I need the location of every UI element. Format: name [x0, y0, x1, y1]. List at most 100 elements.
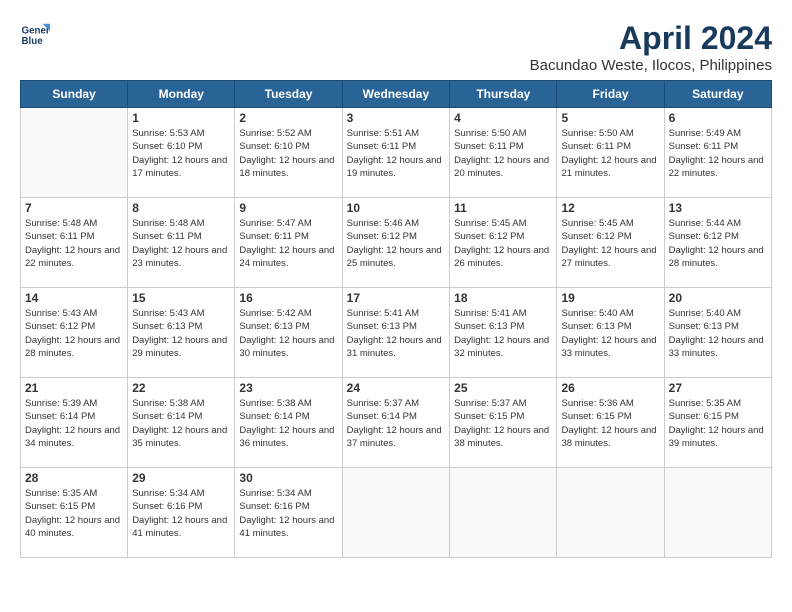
day-info: Sunrise: 5:38 AMSunset: 6:14 PMDaylight:… — [132, 397, 230, 450]
day-number: 20 — [669, 291, 767, 305]
day-info: Sunrise: 5:43 AMSunset: 6:12 PMDaylight:… — [25, 307, 123, 360]
day-number: 23 — [239, 381, 337, 395]
day-info: Sunrise: 5:39 AMSunset: 6:14 PMDaylight:… — [25, 397, 123, 450]
calendar-cell: 23 Sunrise: 5:38 AMSunset: 6:14 PMDayligh… — [235, 378, 342, 468]
day-info: Sunrise: 5:40 AMSunset: 6:13 PMDaylight:… — [669, 307, 767, 360]
day-info: Sunrise: 5:45 AMSunset: 6:12 PMDaylight:… — [561, 217, 659, 270]
calendar-cell: 7Sunrise: 5:48 AMSunset: 6:11 PMDaylight… — [21, 198, 128, 288]
week-row-3: 14 Sunrise: 5:43 AMSunset: 6:12 PMDayligh… — [21, 288, 772, 378]
header-sunday: Sunday — [21, 81, 128, 108]
day-info: Sunrise: 5:37 AMSunset: 6:14 PMDaylight:… — [347, 397, 446, 450]
calendar-cell: 4 Sunrise: 5:50 AMSunset: 6:11 PMDaylight… — [450, 108, 557, 198]
calendar-cell: 16Sunrise: 5:42 AMSunset: 6:13 PMDayligh… — [235, 288, 342, 378]
day-number: 25 — [454, 381, 552, 395]
title-block: April 2024 Bacundao Weste, Ilocos, Phili… — [530, 20, 772, 74]
month-title: April 2024 — [530, 20, 772, 57]
day-info: Sunrise: 5:43 AMSunset: 6:13 PMDaylight:… — [132, 307, 230, 360]
day-info: Sunrise: 5:34 AMSunset: 6:16 PMDaylight:… — [239, 487, 337, 540]
day-number: 8 — [132, 201, 230, 215]
day-number: 21 — [25, 381, 123, 395]
day-number: 22 — [132, 381, 230, 395]
header-tuesday: Tuesday — [235, 81, 342, 108]
day-number: 6 — [669, 111, 767, 125]
day-number: 5 — [561, 111, 659, 125]
header-friday: Friday — [557, 81, 664, 108]
calendar-cell: 2 Sunrise: 5:52 AMSunset: 6:10 PMDaylight… — [235, 108, 342, 198]
calendar-cell: 20 Sunrise: 5:40 AMSunset: 6:13 PMDayligh… — [664, 288, 771, 378]
day-info: Sunrise: 5:53 AMSunset: 6:10 PMDaylight:… — [132, 127, 230, 180]
day-info: Sunrise: 5:48 AMSunset: 6:11 PMDaylight:… — [132, 217, 230, 270]
header-monday: Monday — [128, 81, 235, 108]
calendar-cell: 29 Sunrise: 5:34 AMSunset: 6:16 PMDayligh… — [128, 468, 235, 558]
calendar-cell — [450, 468, 557, 558]
calendar-cell: 30 Sunrise: 5:34 AMSunset: 6:16 PMDayligh… — [235, 468, 342, 558]
calendar-cell: 5 Sunrise: 5:50 AMSunset: 6:11 PMDaylight… — [557, 108, 664, 198]
day-info: Sunrise: 5:41 AMSunset: 6:13 PMDaylight:… — [347, 307, 446, 360]
day-info: Sunrise: 5:52 AMSunset: 6:10 PMDaylight:… — [239, 127, 337, 180]
day-number: 27 — [669, 381, 767, 395]
svg-text:General: General — [22, 26, 51, 37]
calendar-cell: 9Sunrise: 5:47 AMSunset: 6:11 PMDaylight… — [235, 198, 342, 288]
day-info: Sunrise: 5:50 AMSunset: 6:11 PMDaylight:… — [561, 127, 659, 180]
week-row-5: 28Sunrise: 5:35 AMSunset: 6:15 PMDayligh… — [21, 468, 772, 558]
location-title: Bacundao Weste, Ilocos, Philippines — [530, 57, 772, 74]
day-info: Sunrise: 5:48 AMSunset: 6:11 PMDaylight:… — [25, 217, 123, 270]
day-number: 28 — [25, 471, 123, 485]
calendar-cell: 14 Sunrise: 5:43 AMSunset: 6:12 PMDayligh… — [21, 288, 128, 378]
day-number: 29 — [132, 471, 230, 485]
day-number: 30 — [239, 471, 337, 485]
calendar-cell: 26 Sunrise: 5:36 AMSunset: 6:15 PMDayligh… — [557, 378, 664, 468]
calendar-cell: 6 Sunrise: 5:49 AMSunset: 6:11 PMDaylight… — [664, 108, 771, 198]
calendar-cell: 28Sunrise: 5:35 AMSunset: 6:15 PMDayligh… — [21, 468, 128, 558]
logo-icon: General Blue — [20, 20, 50, 50]
calendar-cell: 22 Sunrise: 5:38 AMSunset: 6:14 PMDayligh… — [128, 378, 235, 468]
day-info: Sunrise: 5:36 AMSunset: 6:15 PMDaylight:… — [561, 397, 659, 450]
week-row-4: 21 Sunrise: 5:39 AMSunset: 6:14 PMDayligh… — [21, 378, 772, 468]
day-number: 26 — [561, 381, 659, 395]
calendar-cell: 19 Sunrise: 5:40 AMSunset: 6:13 PMDayligh… — [557, 288, 664, 378]
day-info: Sunrise: 5:34 AMSunset: 6:16 PMDaylight:… — [132, 487, 230, 540]
day-number: 24 — [347, 381, 446, 395]
calendar-cell: 27 Sunrise: 5:35 AMSunset: 6:15 PMDayligh… — [664, 378, 771, 468]
day-info: Sunrise: 5:37 AMSunset: 6:15 PMDaylight:… — [454, 397, 552, 450]
calendar-cell — [21, 108, 128, 198]
header-saturday: Saturday — [664, 81, 771, 108]
day-info: Sunrise: 5:38 AMSunset: 6:14 PMDaylight:… — [239, 397, 337, 450]
day-number: 10 — [347, 201, 446, 215]
day-number: 16 — [239, 291, 337, 305]
day-info: Sunrise: 5:41 AMSunset: 6:13 PMDaylight:… — [454, 307, 552, 360]
day-info: Sunrise: 5:45 AMSunset: 6:12 PMDaylight:… — [454, 217, 552, 270]
calendar-cell: 8 Sunrise: 5:48 AMSunset: 6:11 PMDaylight… — [128, 198, 235, 288]
calendar-cell: 25 Sunrise: 5:37 AMSunset: 6:15 PMDayligh… — [450, 378, 557, 468]
calendar-cell: 13Sunrise: 5:44 AMSunset: 6:12 PMDayligh… — [664, 198, 771, 288]
day-info: Sunrise: 5:50 AMSunset: 6:11 PMDaylight:… — [454, 127, 552, 180]
day-number: 1 — [132, 111, 230, 125]
calendar-cell: 17Sunrise: 5:41 AMSunset: 6:13 PMDayligh… — [342, 288, 450, 378]
logo: General Blue — [20, 20, 50, 50]
day-number: 4 — [454, 111, 552, 125]
day-number: 9 — [239, 201, 337, 215]
calendar-cell: 21 Sunrise: 5:39 AMSunset: 6:14 PMDayligh… — [21, 378, 128, 468]
day-number: 11 — [454, 201, 552, 215]
day-info: Sunrise: 5:35 AMSunset: 6:15 PMDaylight:… — [669, 397, 767, 450]
calendar-cell: 18 Sunrise: 5:41 AMSunset: 6:13 PMDayligh… — [450, 288, 557, 378]
day-number: 18 — [454, 291, 552, 305]
calendar-cell: 1 Sunrise: 5:53 AMSunset: 6:10 PMDaylight… — [128, 108, 235, 198]
page-header: General Blue April 2024 Bacundao Weste, … — [20, 20, 772, 74]
day-number: 15 — [132, 291, 230, 305]
calendar-cell: 3Sunrise: 5:51 AMSunset: 6:11 PMDaylight… — [342, 108, 450, 198]
day-info: Sunrise: 5:49 AMSunset: 6:11 PMDaylight:… — [669, 127, 767, 180]
day-number: 2 — [239, 111, 337, 125]
calendar-cell: 11 Sunrise: 5:45 AMSunset: 6:12 PMDayligh… — [450, 198, 557, 288]
calendar-cell — [557, 468, 664, 558]
day-info: Sunrise: 5:44 AMSunset: 6:12 PMDaylight:… — [669, 217, 767, 270]
day-number: 19 — [561, 291, 659, 305]
day-number: 14 — [25, 291, 123, 305]
calendar-cell: 10 Sunrise: 5:46 AMSunset: 6:12 PMDayligh… — [342, 198, 450, 288]
header-thursday: Thursday — [450, 81, 557, 108]
calendar-table: Sunday Monday Tuesday Wednesday Thursday… — [20, 80, 772, 558]
day-info: Sunrise: 5:46 AMSunset: 6:12 PMDaylight:… — [347, 217, 446, 270]
svg-text:Blue: Blue — [22, 36, 44, 47]
day-info: Sunrise: 5:40 AMSunset: 6:13 PMDaylight:… — [561, 307, 659, 360]
calendar-cell: 15 Sunrise: 5:43 AMSunset: 6:13 PMDayligh… — [128, 288, 235, 378]
